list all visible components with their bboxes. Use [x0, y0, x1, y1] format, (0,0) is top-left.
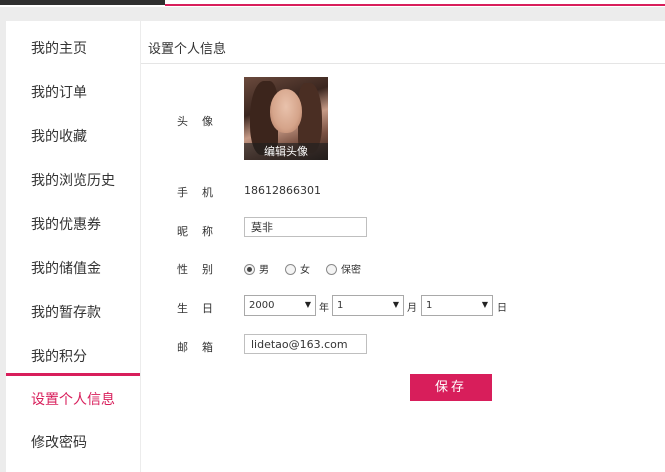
- sidebar-item-points[interactable]: 我的积分: [6, 334, 140, 378]
- email-label: 邮箱: [177, 341, 227, 354]
- sidebar-item-label: 我的储值金: [31, 261, 101, 277]
- sidebar-item-label: 我的积分: [31, 349, 87, 365]
- sidebar-item-history[interactable]: 我的浏览历史: [6, 158, 140, 202]
- sidebar-item-orders[interactable]: 我的订单: [6, 70, 140, 114]
- radio-unchecked-icon: [326, 264, 337, 275]
- sidebar-item-stored-value[interactable]: 我的储值金: [6, 246, 140, 290]
- sidebar-item-deposit[interactable]: 我的暂存款: [6, 290, 140, 334]
- nickname-label: 昵称: [177, 225, 227, 238]
- sidebar-item-label: 我的浏览历史: [31, 173, 115, 189]
- birthday-label: 生日: [177, 302, 227, 315]
- sidebar-item-label: 我的优惠券: [31, 217, 101, 233]
- radio-unchecked-icon: [285, 264, 296, 275]
- radio-label: 男: [259, 265, 269, 276]
- page-title: 设置个人信息: [148, 42, 227, 57]
- select-value: 2000: [249, 300, 275, 311]
- select-value: 1: [337, 300, 344, 311]
- sidebar-item-profile-settings[interactable]: 设置个人信息: [6, 373, 140, 417]
- radio-label: 女: [300, 265, 310, 276]
- sidebar-item-label: 我的订单: [31, 85, 87, 101]
- year-unit: 年: [319, 303, 329, 314]
- month-unit: 月: [407, 303, 417, 314]
- sidebar-item-coupons[interactable]: 我的优惠券: [6, 202, 140, 246]
- title-divider: [141, 63, 665, 64]
- sidebar-item-label: 我的暂存款: [31, 305, 101, 321]
- top-bar-accent-line: [165, 4, 665, 6]
- sidebar-item-home[interactable]: 我的主页: [6, 26, 140, 70]
- profile-panel: 设置个人信息 头像 编辑头像 手机 18612866301 昵称 性别 男 女 …: [141, 21, 665, 472]
- dropdown-arrow-icon: ▼: [392, 300, 399, 309]
- gender-option-secret[interactable]: 保密: [326, 261, 361, 276]
- top-bar-dark-segment: [0, 0, 165, 5]
- phone-value: 18612866301: [244, 184, 321, 197]
- top-bar: [0, 0, 665, 7]
- sidebar-item-label: 修改密码: [31, 435, 87, 451]
- avatar-label: 头像: [177, 115, 227, 128]
- avatar[interactable]: 编辑头像: [244, 77, 328, 160]
- gender-option-female[interactable]: 女: [285, 261, 310, 276]
- save-button[interactable]: 保存: [410, 374, 492, 401]
- birth-month-select[interactable]: 1 ▼: [332, 295, 404, 316]
- birth-year-select[interactable]: 2000 ▼: [244, 295, 316, 316]
- dropdown-arrow-icon: ▼: [481, 300, 488, 309]
- email-input[interactable]: [244, 334, 367, 354]
- phone-label: 手机: [177, 186, 227, 199]
- nickname-input[interactable]: [244, 217, 367, 237]
- day-unit: 日: [497, 303, 507, 314]
- gender-label: 性别: [177, 263, 227, 276]
- sidebar: 我的主页 我的订单 我的收藏 我的浏览历史 我的优惠券 我的储值金 我的暂存款 …: [6, 21, 140, 472]
- sidebar-item-change-password[interactable]: 修改密码: [6, 420, 140, 464]
- birth-day-select[interactable]: 1 ▼: [421, 295, 493, 316]
- avatar-photo-face: [270, 89, 302, 133]
- dropdown-arrow-icon: ▼: [304, 300, 311, 309]
- select-value: 1: [426, 300, 433, 311]
- edit-avatar-button[interactable]: 编辑头像: [244, 143, 328, 160]
- sidebar-item-label: 我的收藏: [31, 129, 87, 145]
- sidebar-item-label: 设置个人信息: [31, 392, 115, 408]
- radio-checked-icon: [244, 264, 255, 275]
- sidebar-item-label: 我的主页: [31, 41, 87, 57]
- radio-label: 保密: [341, 265, 361, 276]
- gender-option-male[interactable]: 男: [244, 261, 269, 276]
- sidebar-item-favorites[interactable]: 我的收藏: [6, 114, 140, 158]
